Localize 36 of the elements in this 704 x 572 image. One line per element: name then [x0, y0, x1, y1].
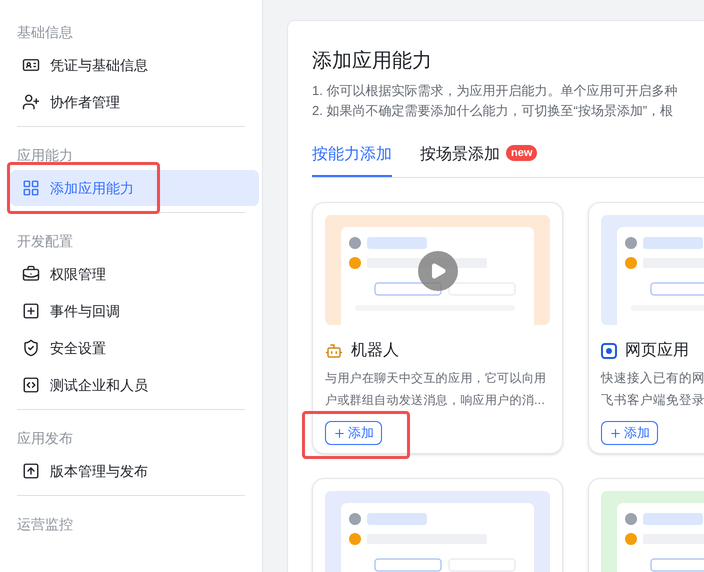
card-title: 机器人	[351, 341, 399, 361]
new-badge: new	[506, 145, 538, 161]
sidebar-item[interactable]: 凭证与基础信息	[10, 47, 259, 83]
square-plus-icon	[22, 302, 40, 320]
card-description: 快速接入已有的网	[601, 370, 704, 387]
card-title: 网页应用	[625, 340, 689, 361]
tab[interactable]: 按能力添加	[312, 143, 392, 177]
section-heading: 应用能力	[17, 146, 74, 165]
sidebar-item[interactable]: 安全设置	[10, 330, 259, 366]
sidebar-item[interactable]: 测试企业和人员	[10, 367, 259, 403]
sidebar-item[interactable]: 协作者管理	[10, 84, 259, 120]
user-plus-icon	[22, 93, 40, 111]
section-heading: 基础信息	[17, 23, 74, 42]
sidebar-item[interactable]: 添加应用能力	[10, 170, 259, 206]
sidebar-item[interactable]: 版本管理与发布	[10, 453, 259, 489]
section-heading: 运营监控	[17, 515, 74, 534]
card-description: 与用户在聊天中交互的应用，它可以向用户或群组自动发送消息，响应用户的消...	[325, 370, 548, 409]
page-title: 添加应用能力	[312, 49, 433, 74]
id-card-icon	[22, 56, 40, 74]
upload-icon	[22, 462, 40, 480]
sidebar-item[interactable]: 事件与回调	[10, 293, 259, 329]
plus-icon	[609, 426, 622, 440]
add-button[interactable]: 添加	[601, 421, 658, 445]
section-heading: 开发配置	[17, 232, 74, 251]
sidebar-item[interactable]: 权限管理	[10, 256, 259, 292]
briefcase-icon	[22, 265, 40, 283]
add-button[interactable]: 添加	[325, 421, 382, 445]
robot-icon	[325, 342, 343, 360]
note-text: 1. 你可以根据实际需求，为应用开启能力。单个应用可开启多种	[312, 82, 678, 100]
tab[interactable]: 按场景添加 new	[420, 143, 538, 177]
plus-icon	[333, 426, 346, 440]
section-heading: 应用发布	[17, 429, 74, 448]
shield-check-icon	[22, 339, 40, 357]
note-text: 2. 如果尚不确定需要添加什么能力，可切换至“按场景添加”，根	[312, 102, 674, 120]
web-icon	[601, 343, 617, 359]
code-icon	[22, 376, 40, 394]
